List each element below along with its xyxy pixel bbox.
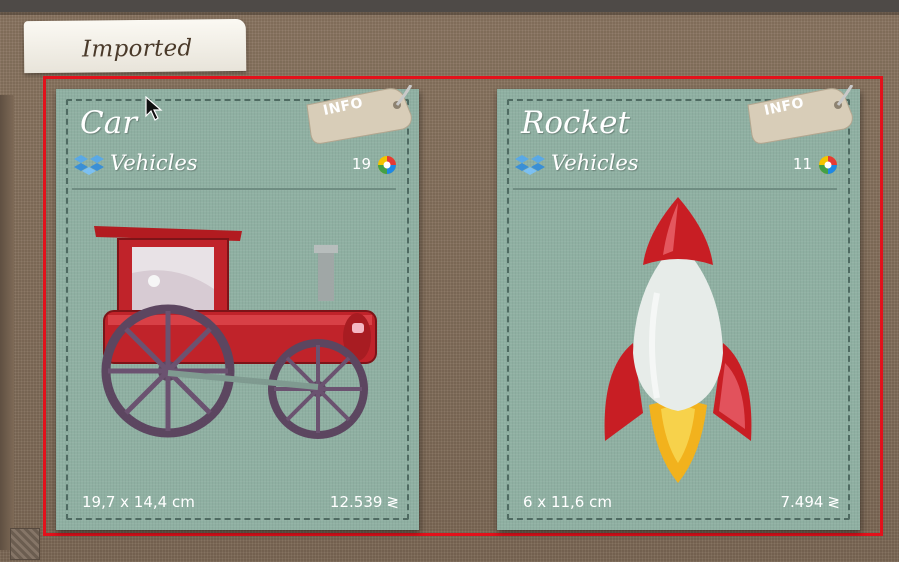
stitch-count: 7.494 ≷ [780,493,840,511]
steam-car-artwork [94,226,377,439]
info-tag-button[interactable]: INFO [742,84,862,145]
colorwheel-icon [378,156,396,174]
rocket-artwork [604,197,752,483]
design-card-rocket[interactable]: Rocket INFO Vehicles 11 6 x 11,6 cm 7.49… [497,84,860,530]
card-title: Car [80,105,138,141]
design-card-car[interactable]: Car INFO Vehicles 19 19,7 x 14,4 cm 12.5… [56,84,419,530]
design-size: 6 x 11,6 cm [523,493,612,511]
info-tag-button[interactable]: INFO [301,84,421,145]
category-row: Vehicles 11 [513,151,838,181]
rear-wheel [101,304,235,438]
section-tab-label: Imported [81,35,193,63]
design-count: 11 [792,155,812,173]
dropbox-icon [74,155,104,175]
category-row: Vehicles 19 [72,151,397,181]
design-size: 19,7 x 14,4 cm [82,493,195,511]
stitch-count-value: 12.539 [329,493,383,511]
divider [72,188,396,190]
top-bar [0,0,899,15]
left-edge [0,95,14,550]
card-title: Rocket [521,105,630,141]
colorwheel-icon [819,156,837,174]
resize-grip-icon[interactable] [10,528,40,560]
stitch-count-value: 7.494 [780,493,824,511]
mouse-cursor-icon [145,96,163,121]
category-label: Vehicles [110,151,198,175]
design-count: 19 [351,155,371,173]
stitch-count: 12.539 ≷ [330,493,399,511]
stitch-icon: ≷ [386,493,399,511]
category-label: Vehicles [551,151,639,175]
divider [513,188,837,190]
dropbox-icon [515,155,545,175]
stitch-icon: ≷ [827,493,840,511]
section-tab-imported[interactable]: Imported [23,18,247,74]
front-wheel [268,339,368,439]
